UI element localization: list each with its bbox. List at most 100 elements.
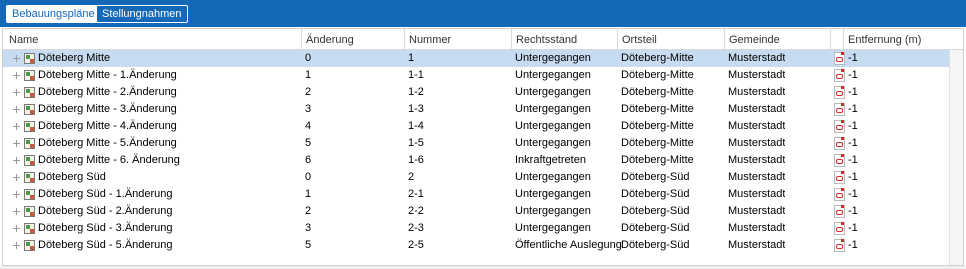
plan-map-icon: [24, 104, 35, 115]
cell-rechtsstand: Untergegangen: [515, 69, 591, 81]
header-nummer[interactable]: Nummer: [404, 29, 511, 49]
cell-aenderung: 0: [305, 52, 312, 64]
tree-expand-icon[interactable]: [12, 241, 21, 250]
header-rechtsstand[interactable]: Rechtsstand: [511, 29, 617, 49]
table-row[interactable]: Döteberg Süd - 5.Änderung 5 2-5 Öffentliche…: [3, 237, 949, 254]
cell-rechtsstand: Untergegangen: [515, 205, 591, 217]
tree-expand-icon[interactable]: [12, 54, 21, 63]
cell-aenderung: 5: [305, 239, 312, 251]
cell-name: Döteberg Süd - 2.Änderung: [38, 205, 173, 217]
cell-rechtsstand: Untergegangen: [515, 103, 591, 115]
table-row[interactable]: Döteberg Mitte - 3.Änderung 3 1-3 Untergega…: [3, 101, 949, 118]
cell-aenderung: 3: [305, 222, 312, 234]
cell-ortsteil: Döteberg-Mitte: [621, 154, 694, 166]
cell-nummer: 2: [408, 171, 415, 183]
cell-name: Döteberg Mitte - 4.Änderung: [38, 120, 177, 132]
cell-nummer: 2-1: [408, 188, 424, 200]
header-gemeinde[interactable]: Gemeinde: [724, 29, 830, 49]
cell-nummer: 1-6: [408, 154, 424, 166]
table-row[interactable]: Döteberg Süd - 1.Änderung 1 2-1 Untergegang…: [3, 186, 949, 203]
cell-rechtsstand: Untergegangen: [515, 137, 591, 149]
pdf-document-icon[interactable]: [834, 103, 845, 116]
tree-expand-icon[interactable]: [12, 173, 21, 182]
table-row[interactable]: Döteberg Mitte - 5.Änderung 5 1-5 Untergega…: [3, 135, 949, 152]
plan-map-icon: [24, 87, 35, 98]
cell-aenderung: 1: [305, 69, 312, 81]
plan-map-icon: [24, 172, 35, 183]
tree-expand-icon[interactable]: [12, 88, 21, 97]
pdf-document-icon[interactable]: [834, 222, 845, 235]
cell-entfernung: -1: [848, 154, 858, 166]
cell-rechtsstand: Untergegangen: [515, 120, 591, 132]
toolbar: Bebauungspläne Stellungnahmen: [0, 0, 966, 27]
cell-entfernung: -1: [848, 222, 858, 234]
cell-aenderung: 6: [305, 154, 312, 166]
pdf-document-icon[interactable]: [834, 52, 845, 65]
cell-nummer: 1-3: [408, 103, 424, 115]
cell-gemeinde: Musterstadt: [728, 154, 786, 166]
pdf-document-icon[interactable]: [834, 188, 845, 201]
plan-map-icon: [24, 206, 35, 217]
header-ortsteil[interactable]: Ortsteil: [617, 29, 724, 49]
header-entfernung[interactable]: Entfernung (m): [843, 29, 949, 49]
header-document[interactable]: [830, 29, 843, 49]
cell-ortsteil: Döteberg-Süd: [621, 205, 690, 217]
cell-entfernung: -1: [848, 103, 858, 115]
tab-stellungnahmen[interactable]: Stellungnahmen: [96, 5, 188, 23]
tree-expand-icon[interactable]: [12, 207, 21, 216]
cell-entfernung: -1: [848, 171, 858, 183]
table-row[interactable]: Döteberg Mitte - 4.Änderung 4 1-4 Untergega…: [3, 118, 949, 135]
cell-name: Döteberg Mitte - 2.Änderung: [38, 86, 177, 98]
cell-name: Döteberg Mitte - 3.Änderung: [38, 103, 177, 115]
cell-rechtsstand: Untergegangen: [515, 222, 591, 234]
cell-aenderung: 4: [305, 120, 312, 132]
tree-expand-icon[interactable]: [12, 105, 21, 114]
cell-gemeinde: Musterstadt: [728, 205, 786, 217]
cell-nummer: 2-5: [408, 239, 424, 251]
cell-entfernung: -1: [848, 86, 858, 98]
table-row[interactable]: Döteberg Süd - 2.Änderung 2 2-2 Untergegang…: [3, 203, 949, 220]
table-row[interactable]: Döteberg Mitte - 1.Änderung 1 1-1 Untergega…: [3, 67, 949, 84]
pdf-document-icon[interactable]: [834, 137, 845, 150]
pdf-document-icon[interactable]: [834, 171, 845, 184]
header-name[interactable]: Name: [3, 29, 301, 49]
tree-expand-icon[interactable]: [12, 190, 21, 199]
pdf-document-icon[interactable]: [834, 154, 845, 167]
cell-entfernung: -1: [848, 69, 858, 81]
tree-expand-icon[interactable]: [12, 122, 21, 131]
header-aenderung[interactable]: Änderung: [301, 29, 404, 49]
pdf-document-icon[interactable]: [834, 86, 845, 99]
tree-expand-icon[interactable]: [12, 156, 21, 165]
cell-nummer: 1: [408, 52, 415, 64]
plan-table: Name Änderung Nummer Rechtsstand Ortstei…: [2, 28, 964, 266]
table-row[interactable]: Döteberg Mitte 0 1 Untergegangen Döteberg-Mi…: [3, 50, 949, 67]
tree-expand-icon[interactable]: [12, 71, 21, 80]
pdf-document-icon[interactable]: [834, 239, 845, 252]
cell-rechtsstand: Inkraftgetreten: [515, 154, 586, 166]
cell-ortsteil: Döteberg-Süd: [621, 239, 690, 251]
table-row[interactable]: Döteberg Mitte - 2.Änderung 2 1-2 Untergega…: [3, 84, 949, 101]
cell-gemeinde: Musterstadt: [728, 103, 786, 115]
pdf-document-icon[interactable]: [834, 120, 845, 133]
tree-expand-icon[interactable]: [12, 139, 21, 148]
table-row[interactable]: Döteberg Mitte - 6. Änderung 6 1-6 Inkraftg…: [3, 152, 949, 169]
cell-ortsteil: Döteberg-Süd: [621, 188, 690, 200]
cell-entfernung: -1: [848, 188, 858, 200]
cell-gemeinde: Musterstadt: [728, 222, 786, 234]
cell-aenderung: 2: [305, 205, 312, 217]
plan-map-icon: [24, 53, 35, 64]
tree-expand-icon[interactable]: [12, 224, 21, 233]
plan-map-icon: [24, 121, 35, 132]
cell-rechtsstand: Untergegangen: [515, 52, 591, 64]
table-row[interactable]: Döteberg Süd 0 2 Untergegangen Döteberg-Süd M…: [3, 169, 949, 186]
cell-name: Döteberg Süd - 3.Änderung: [38, 222, 173, 234]
tab-bebauungsplaene[interactable]: Bebauungspläne: [6, 5, 101, 23]
cell-nummer: 1-1: [408, 69, 424, 81]
table-row[interactable]: Döteberg Süd - 3.Änderung 3 2-3 Untergegang…: [3, 220, 949, 237]
cell-name: Döteberg Mitte - 1.Änderung: [38, 69, 177, 81]
cell-name: Döteberg Mitte: [38, 52, 111, 64]
cell-gemeinde: Musterstadt: [728, 52, 786, 64]
pdf-document-icon[interactable]: [834, 69, 845, 82]
vertical-scrollbar[interactable]: [949, 50, 963, 265]
pdf-document-icon[interactable]: [834, 205, 845, 218]
